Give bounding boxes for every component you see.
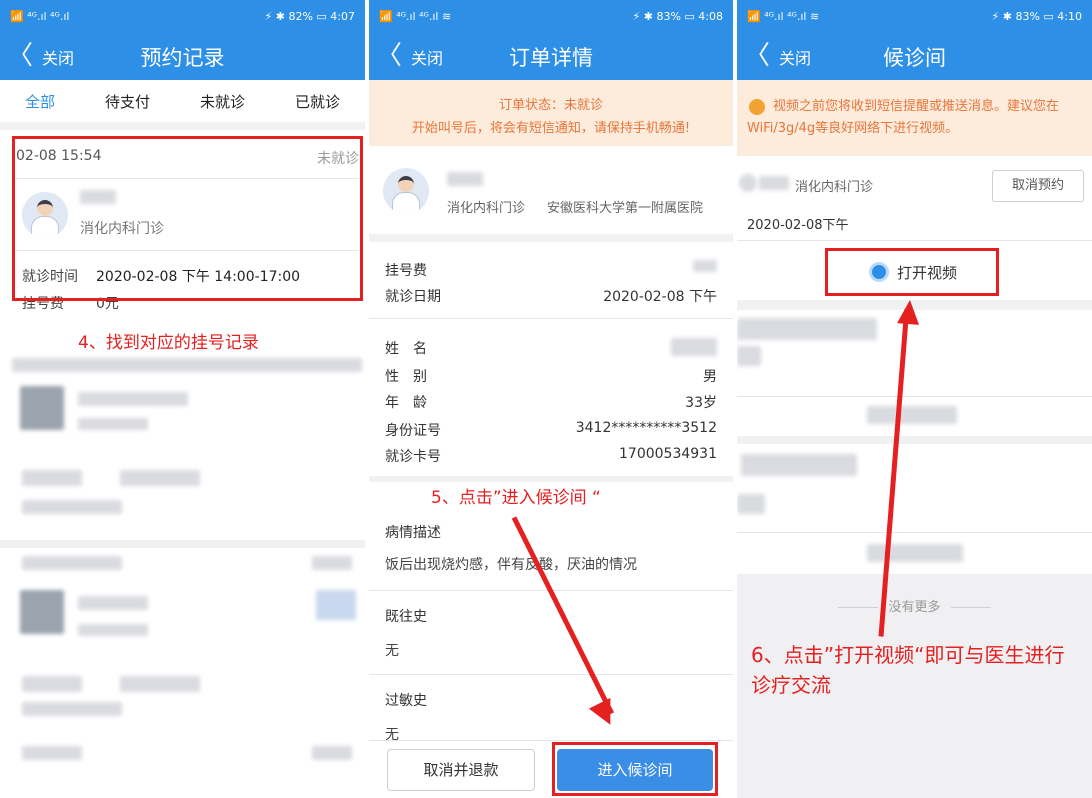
order-status-notice: 订单状态：未就诊 开始叫号后，将会有短信通知，请保持手机畅通! [369, 80, 733, 146]
desc-label: 病情描述 [385, 525, 441, 541]
history-label: 既往史 [385, 609, 427, 625]
card-value: 17000534931 [619, 446, 717, 462]
fee-row: 挂号费 [385, 260, 717, 280]
tab-pending-payment[interactable]: 待支付 [105, 91, 150, 112]
annotation-arrowhead [897, 299, 921, 325]
doctor-name-blurred [447, 172, 483, 186]
id-label: 身份证号 [385, 423, 441, 439]
annotation-step-6: 6、点击”打开视频“即可与医生进行诊疗交流 [751, 643, 1065, 697]
doctor-avatar-blurred [739, 174, 757, 192]
doctor-dept: 消化内科门诊 [447, 201, 526, 216]
annotation-step-5: 5、点击”进入候诊间 “ [431, 488, 601, 508]
order-status-text: 订单状态：未就诊 [498, 98, 603, 113]
close-button[interactable]: 关闭 [779, 45, 811, 69]
cancel-appointment-button[interactable]: 取消预约 [992, 170, 1084, 202]
name-label: 姓 名 [385, 341, 427, 357]
id-value: 3412**********3512 [575, 420, 717, 436]
desc-value: 饭后出现烧灼感，伴有反酸，厌油的情况 [385, 557, 637, 573]
panel-appointment-records: 📶 ⁴ᴳ.ıl ⁴ᴳ.ıl ⚡ ✱ 82% ▭ 4:07 〈 关闭 预约记录 全… [0, 0, 365, 798]
annotation-step-4: 4、找到对应的挂号记录 [78, 333, 259, 353]
visit-date-label: 就诊日期 [385, 289, 441, 305]
waiting-dept: 消化内科门诊 [795, 180, 874, 195]
highlight-box-video-button [825, 248, 999, 296]
history-value: 无 [385, 643, 399, 659]
gender-label: 性 别 [385, 369, 427, 385]
status-right: ⚡ ✱ 82% ▭ 4:07 [264, 10, 355, 23]
name-value-blurred [671, 338, 717, 356]
visit-date-row: 就诊日期 2020-02-08 下午 [385, 286, 717, 306]
card-label: 就诊卡号 [385, 449, 441, 465]
no-more-divider: 没有更多 [737, 596, 1092, 615]
card-row: 就诊卡号 17000534931 [385, 446, 717, 466]
panel-order-detail: 📶 ⁴ᴳ.ıl ⁴ᴳ.ıl ≋ ⚡ ✱ 83% ▭ 4:08 〈 关闭 订单详情… [369, 0, 733, 798]
sms-notice-text: 开始叫号后，将会有短信通知，请保持手机畅通! [411, 121, 691, 136]
visit-date-value: 2020-02-08 下午 [603, 289, 717, 305]
gender-row: 性 别 男 [385, 366, 717, 386]
panel-waiting-room: 📶 ⁴ᴳ.ıl ⁴ᴳ.ıl ≋ ⚡ ✱ 83% ▭ 4:10 〈 关闭 候诊间 … [737, 0, 1092, 798]
highlight-box-enter-button [552, 742, 718, 796]
status-right: ⚡ ✱ 83% ▭ 4:08 [632, 10, 723, 23]
status-bar: 📶 ⁴ᴳ.ıl ⁴ᴳ.ıl ⚡ ✱ 82% ▭ 4:07 [0, 0, 365, 33]
name-row: 姓 名 [385, 338, 717, 358]
highlight-box-record [12, 136, 363, 301]
annotation-arrowhead [588, 697, 622, 731]
status-left: 📶 ⁴ᴳ.ıl ⁴ᴳ.ıl ≋ [379, 10, 452, 23]
tab-visited[interactable]: 已就诊 [295, 91, 340, 112]
status-right: ⚡ ✱ 83% ▭ 4:10 [991, 10, 1082, 23]
tab-not-visited[interactable]: 未就诊 [200, 91, 245, 112]
status-left: 📶 ⁴ᴳ.ıl ⁴ᴳ.ıl ≋ [747, 10, 820, 23]
tab-all[interactable]: 全部 [25, 91, 55, 112]
allergy-label: 过敏史 [385, 693, 427, 709]
gender-value: 男 [703, 369, 717, 385]
fee-value-blurred [693, 260, 717, 272]
hospital-name: 安徽医科大学第一附属医院 [547, 201, 704, 216]
age-row: 年 龄 33岁 [385, 392, 717, 412]
doctor-avatar [383, 168, 429, 214]
back-icon[interactable]: 〈 [737, 33, 777, 80]
nav-bar: 〈 关闭 订单详情 [369, 33, 733, 80]
age-value: 33岁 [685, 395, 717, 411]
video-notice: 视频之前您将收到短信提醒或推送消息。建议您在WiFi/3g/4g等良好网络下进行… [737, 80, 1092, 156]
status-bar: 📶 ⁴ᴳ.ıl ⁴ᴳ.ıl ≋ ⚡ ✱ 83% ▭ 4:08 [369, 0, 733, 33]
fee-label: 挂号费 [385, 263, 427, 279]
back-icon[interactable]: 〈 [369, 33, 409, 80]
back-icon[interactable]: 〈 [0, 33, 40, 80]
close-button[interactable]: 关闭 [42, 45, 74, 69]
status-left: 📶 ⁴ᴳ.ıl ⁴ᴳ.ıl [10, 10, 70, 23]
nav-bar: 〈 关闭 预约记录 [0, 33, 365, 80]
age-label: 年 龄 [385, 395, 427, 411]
doctor-name-blurred [759, 176, 789, 190]
annotation-arrow [511, 516, 614, 715]
cancel-refund-button[interactable]: 取消并退款 [387, 749, 535, 791]
nav-bar: 〈 关闭 候诊间 [737, 33, 1092, 80]
waiting-date: 2020-02-08下午 [747, 218, 849, 233]
status-bar: 📶 ⁴ᴳ.ıl ⁴ᴳ.ıl ≋ ⚡ ✱ 83% ▭ 4:10 [737, 0, 1092, 33]
tab-bar: 全部 待支付 未就诊 已就诊 [0, 80, 365, 122]
no-more-text: 没有更多 [888, 600, 941, 615]
notice-text: 视频之前您将收到短信提醒或推送消息。建议您在WiFi/3g/4g等良好网络下进行… [747, 99, 1060, 136]
close-button[interactable]: 关闭 [411, 45, 443, 69]
id-row: 身份证号 3412**********3512 [385, 420, 717, 440]
